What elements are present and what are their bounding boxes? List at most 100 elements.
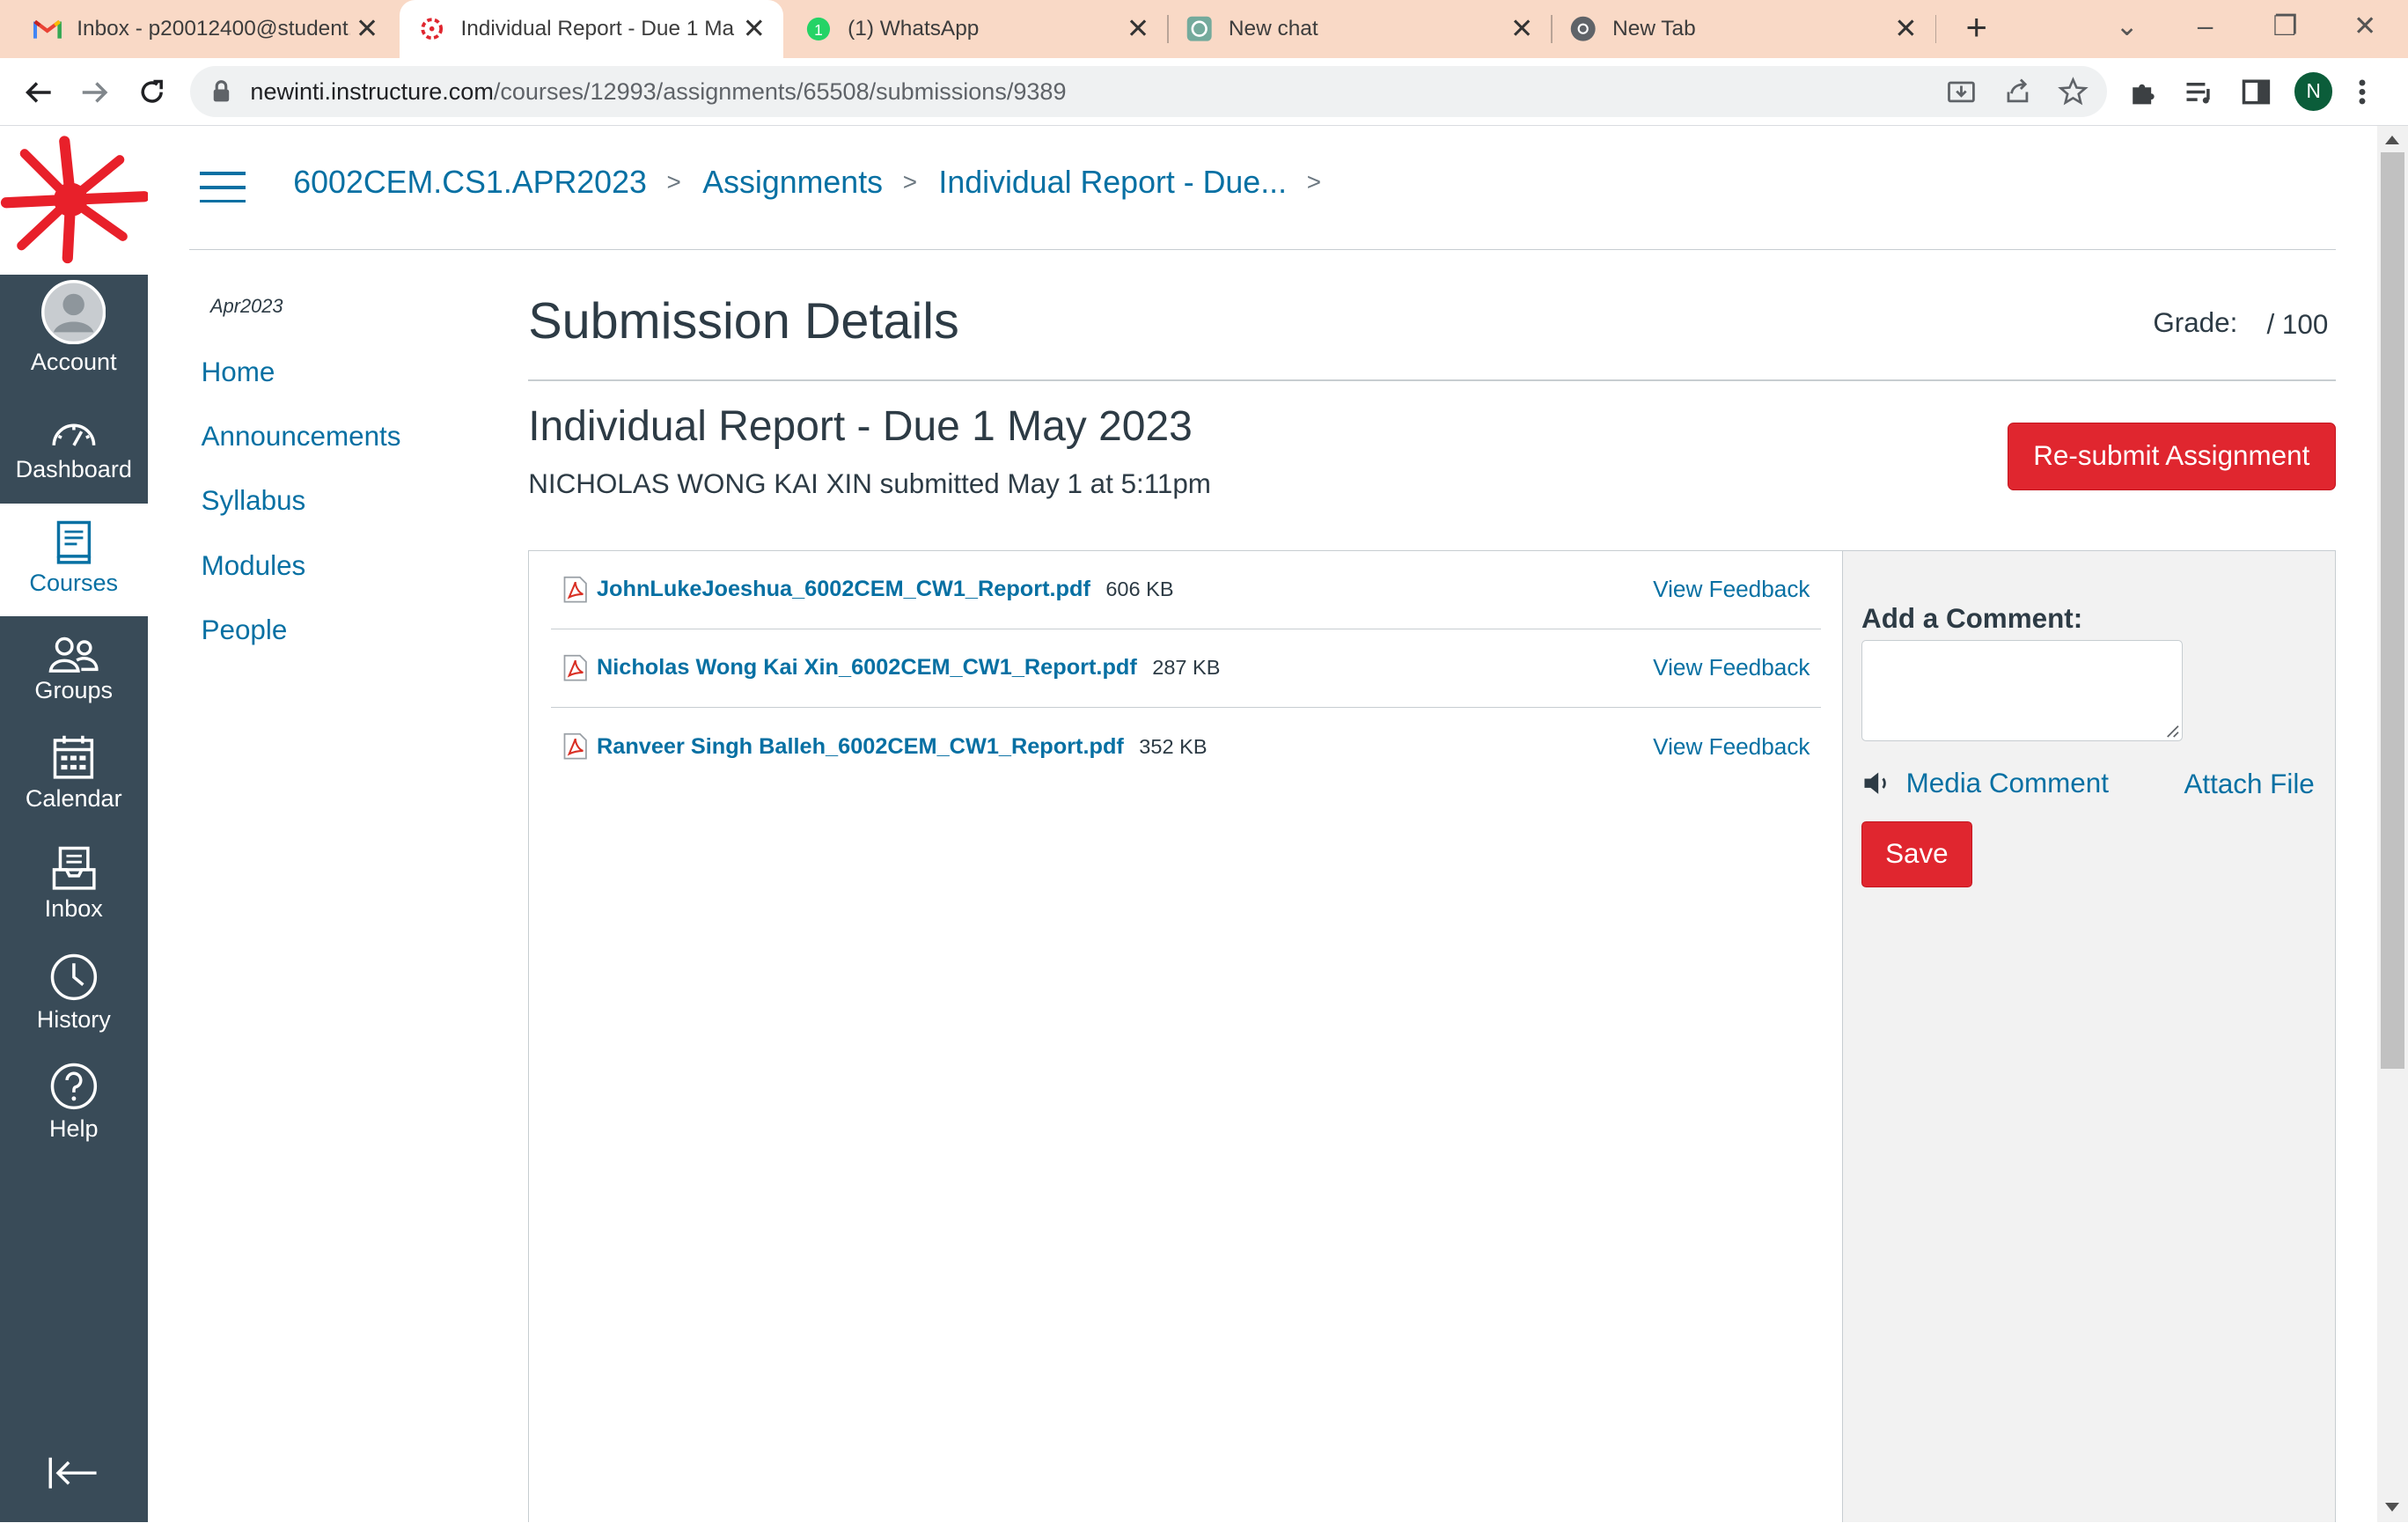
bookmark-star-icon[interactable] xyxy=(2058,77,2089,107)
collapse-nav-icon[interactable] xyxy=(46,1456,101,1496)
nav-account[interactable]: Account xyxy=(0,279,148,392)
file-size: 287 KB xyxy=(1152,656,1221,680)
file-size: 352 KB xyxy=(1139,734,1208,758)
course-nav-home[interactable]: Home xyxy=(202,357,275,388)
close-tab-icon[interactable]: ✕ xyxy=(1121,13,1155,45)
chatgpt-icon xyxy=(1186,15,1213,42)
scroll-down-arrow-icon[interactable] xyxy=(2384,1502,2399,1512)
resize-handle-icon[interactable] xyxy=(2166,725,2180,739)
new-tab-plus-icon[interactable]: + xyxy=(1955,6,1998,49)
comment-panel: Add a Comment: Media Comment Attach File… xyxy=(1842,550,2336,1523)
tab-whatsapp[interactable]: 1 (1) WhatsApp ✕ xyxy=(783,0,1167,58)
pdf-file-icon xyxy=(563,733,587,760)
course-nav-announcements[interactable]: Announcements xyxy=(202,421,401,452)
grade-value: / 100 xyxy=(2266,308,2329,340)
tab-title: New chat xyxy=(1228,17,1318,41)
close-tab-icon[interactable]: ✕ xyxy=(1505,13,1538,45)
chevron-right-icon: > xyxy=(902,168,917,196)
pdf-file-icon xyxy=(563,654,587,681)
nav-label: Inbox xyxy=(44,895,103,923)
media-queue-icon[interactable] xyxy=(2184,77,2217,110)
nav-label: History xyxy=(36,1005,111,1033)
breadcrumb-assignments[interactable]: Assignments xyxy=(702,165,883,201)
tab-search-chevron-icon[interactable]: ⌄ xyxy=(2089,0,2165,58)
nav-history[interactable]: History xyxy=(0,946,148,1056)
whatsapp-icon: 1 xyxy=(804,15,832,42)
tab-new-chat[interactable]: New chat ✕ xyxy=(1167,0,1551,58)
nav-inbox[interactable]: Inbox xyxy=(0,835,148,945)
nav-label: Courses xyxy=(29,570,119,597)
tab-title: (1) WhatsApp xyxy=(848,17,980,41)
profile-avatar[interactable]: N xyxy=(2294,72,2333,111)
dashboard-icon xyxy=(0,396,148,452)
browser-menu-icon[interactable] xyxy=(2356,77,2390,110)
scroll-up-arrow-icon[interactable] xyxy=(2384,135,2399,144)
window-close-icon[interactable]: ✕ xyxy=(2327,0,2404,58)
nav-groups[interactable]: Groups xyxy=(0,621,148,730)
url-path: /courses/12993/assignments/65508/submiss… xyxy=(493,77,1067,105)
extensions-puzzle-icon[interactable] xyxy=(2128,77,2162,110)
course-nav-people[interactable]: People xyxy=(202,614,288,646)
close-tab-icon[interactable]: ✕ xyxy=(1889,13,1922,45)
header-divider xyxy=(188,248,2336,251)
nav-calendar[interactable]: Calendar xyxy=(0,725,148,835)
canvas-icon xyxy=(418,15,445,42)
nav-label: Groups xyxy=(34,677,114,704)
nav-help[interactable]: Help xyxy=(0,1056,148,1165)
media-comment-label: Media Comment xyxy=(1905,767,2109,798)
tab-individual-report[interactable]: Individual Report - Due 1 Ma ✕ xyxy=(399,0,783,59)
page-scrollbar[interactable] xyxy=(2377,126,2408,1523)
close-tab-icon[interactable]: ✕ xyxy=(738,13,771,45)
avatar-icon xyxy=(0,279,148,344)
comment-textarea[interactable] xyxy=(1861,639,2183,742)
add-comment-label: Add a Comment: xyxy=(1861,602,2083,634)
institution-logo[interactable] xyxy=(0,126,150,276)
save-comment-button[interactable]: Save xyxy=(1861,820,1972,887)
install-app-icon[interactable] xyxy=(1946,77,1977,107)
tab-divider xyxy=(1934,15,1937,43)
file-link[interactable]: Nicholas Wong Kai Xin_6002CEM_CW1_Report… xyxy=(597,655,1137,681)
course-nav-modules[interactable]: Modules xyxy=(202,550,306,582)
resubmit-assignment-button[interactable]: Re-submit Assignment xyxy=(2007,422,2336,490)
attach-file-link[interactable]: Attach File xyxy=(2184,769,2314,800)
view-feedback-link[interactable]: View Feedback xyxy=(1653,576,1810,603)
breadcrumb-assignment[interactable]: Individual Report - Due... xyxy=(938,165,1287,201)
svg-text:1: 1 xyxy=(814,21,823,39)
nav-courses[interactable]: Courses xyxy=(0,504,148,616)
tab-gmail-inbox[interactable]: Inbox - p20012400@student. ✕ xyxy=(0,0,396,58)
breadcrumb-course[interactable]: 6002CEM.CS1.APR2023 xyxy=(293,165,647,201)
address-bar[interactable]: newinti.instructure.com/courses/12993/as… xyxy=(190,66,2107,117)
title-divider xyxy=(528,379,2336,381)
tab-title: New Tab xyxy=(1612,17,1696,41)
forward-arrow-icon[interactable] xyxy=(74,70,117,114)
speaker-icon xyxy=(1864,772,1886,794)
tab-new-tab[interactable]: New Tab ✕ xyxy=(1551,0,1934,58)
side-panel-icon[interactable] xyxy=(2241,77,2274,110)
view-feedback-link[interactable]: View Feedback xyxy=(1653,733,1810,761)
share-icon[interactable] xyxy=(2002,77,2033,107)
file-link[interactable]: Ranveer Singh Balleh_6002CEM_CW1_Report.… xyxy=(597,734,1124,760)
file-row: Nicholas Wong Kai Xin_6002CEM_CW1_Report… xyxy=(550,629,1821,708)
close-tab-icon[interactable]: ✕ xyxy=(350,13,384,45)
inti-logo-icon xyxy=(0,136,150,264)
submission-panel: JohnLukeJoeshua_6002CEM_CW1_Report.pdf 6… xyxy=(528,549,2336,1523)
grade-label: Grade: xyxy=(2153,306,2238,338)
page-title: Submission Details xyxy=(528,292,959,349)
course-nav-syllabus[interactable]: Syllabus xyxy=(202,485,306,517)
tab-title: Individual Report - Due 1 Ma xyxy=(460,17,735,41)
view-feedback-link[interactable]: View Feedback xyxy=(1653,654,1810,681)
breadcrumb: 6002CEM.CS1.APR2023 > Assignments > Indi… xyxy=(293,165,1342,201)
course-menu-toggle[interactable] xyxy=(199,172,246,205)
calendar-icon xyxy=(0,725,148,781)
gmail-icon xyxy=(33,15,62,42)
minimize-icon[interactable]: – xyxy=(2167,0,2243,58)
back-arrow-icon[interactable] xyxy=(17,70,60,114)
scrollbar-thumb[interactable] xyxy=(2380,151,2405,1070)
submission-meta: NICHOLAS WONG KAI XIN submitted May 1 at… xyxy=(528,468,1211,500)
file-link[interactable]: JohnLukeJoeshua_6002CEM_CW1_Report.pdf xyxy=(597,577,1090,602)
nav-dashboard[interactable]: Dashboard xyxy=(0,396,148,505)
media-comment-link[interactable]: Media Comment xyxy=(1861,768,2109,799)
reload-icon[interactable] xyxy=(130,70,173,114)
restore-icon[interactable]: ❐ xyxy=(2247,0,2324,58)
nav-label: Dashboard xyxy=(15,456,132,483)
